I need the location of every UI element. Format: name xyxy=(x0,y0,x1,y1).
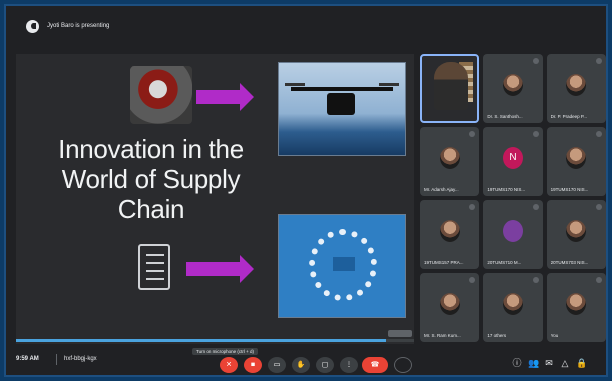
more-vert-icon: ⋮ xyxy=(345,361,353,369)
mic-muted-icon xyxy=(595,131,602,137)
microphone-tooltip: Turn on microphone (ctrl + d) xyxy=(192,348,258,355)
avatar xyxy=(566,293,587,315)
mic-muted-icon xyxy=(595,204,602,210)
slide-counter xyxy=(388,330,412,337)
drone-image xyxy=(278,62,406,156)
participant-tile[interactable] xyxy=(420,54,480,123)
mic-muted-icon xyxy=(532,58,539,64)
arrow-right-icon xyxy=(196,83,254,111)
host-controls-icon[interactable]: 🔒 xyxy=(576,358,587,368)
avatar xyxy=(439,147,460,169)
camera-toggle-button[interactable]: ■ xyxy=(244,357,262,373)
participant-tile[interactable]: Mr. Adarsh Ajay... xyxy=(420,127,480,196)
avatar xyxy=(566,220,587,242)
mic-muted-icon xyxy=(469,204,476,210)
mic-muted-icon xyxy=(595,58,602,64)
meet-window: Jyoti Baro is presenting Innovation in t… xyxy=(4,4,608,377)
mic-muted-icon xyxy=(532,277,539,283)
participant-tile[interactable]: Dr. S. Santhosh... xyxy=(483,54,543,123)
participant-name: 17 others xyxy=(487,333,507,338)
participant-name: Mr. S. Ram Kum... xyxy=(424,333,461,338)
presentation-slide[interactable]: Innovation in the World of Supply Chain xyxy=(16,54,414,344)
participant-name: Mr. Adarsh Ajay... xyxy=(424,187,459,192)
slide-title: Innovation in the World of Supply Chain xyxy=(26,134,276,224)
presenting-icon xyxy=(26,19,39,33)
arrow-right-icon xyxy=(186,255,254,283)
participant-name: 19TUMS170 NIS... xyxy=(487,187,526,192)
control-bar: 9:59 AM hxf-bbgj-kgx Turn on microphone … xyxy=(6,346,606,375)
participant-tile[interactable]: N 19TUMS170 NIS... xyxy=(483,127,543,196)
participant-name: 19TUMS170 NIS... xyxy=(550,187,589,192)
avatar xyxy=(502,74,523,96)
mic-muted-icon xyxy=(469,131,476,137)
participant-tile[interactable]: 20TUMS703 NIS... xyxy=(546,200,606,269)
mic-off-icon: ✕ xyxy=(226,361,232,369)
participant-name: 19TUMS157 PRA... xyxy=(424,260,464,265)
divider xyxy=(56,354,57,365)
participant-tile[interactable]: Mr. S. Ram Kum... xyxy=(420,273,480,342)
avatar xyxy=(439,293,460,315)
participant-tile[interactable]: 20TUMS710 M... xyxy=(483,200,543,269)
robot-image xyxy=(130,66,192,124)
participant-tile[interactable]: You xyxy=(546,273,606,342)
presenter-label: Jyoti Baro is presenting xyxy=(47,23,110,29)
raise-hand-button[interactable]: ✋ xyxy=(292,357,310,373)
mic-muted-icon xyxy=(532,204,539,210)
meeting-code: hxf-bbgj-kgx xyxy=(64,356,97,362)
participant-tile[interactable]: Dr. P. Pradeep P... xyxy=(546,54,606,123)
avatar xyxy=(502,293,523,315)
participant-name: Dr. S. Santhosh... xyxy=(487,114,523,119)
info-icon[interactable]: ⓘ xyxy=(512,358,522,368)
activities-icon[interactable]: △ xyxy=(560,358,570,368)
chat-icon[interactable]: ✉ xyxy=(544,358,554,368)
participant-tile[interactable]: 19TUMS170 NIS... xyxy=(546,127,606,196)
clipboard-icon xyxy=(138,244,170,290)
participant-name: You xyxy=(550,333,559,338)
people-icon[interactable]: 👥 xyxy=(528,358,539,368)
top-bar: Jyoti Baro is presenting xyxy=(6,6,606,46)
avatar xyxy=(566,147,587,169)
participant-name: 20TUMS710 M... xyxy=(487,260,522,265)
clock-time: 9:59 AM xyxy=(16,356,39,362)
camera-off-icon: ■ xyxy=(250,361,256,369)
mic-muted-icon xyxy=(469,277,476,283)
slide-title-line2: World of Supply Chain xyxy=(61,164,241,224)
extra-control-button[interactable] xyxy=(394,357,412,373)
participant-video xyxy=(434,62,468,110)
more-options-button[interactable]: ⋮ xyxy=(340,357,358,373)
avatar xyxy=(439,220,460,242)
slide-title-line1: Innovation in the xyxy=(58,134,244,164)
avatar: N xyxy=(502,147,523,169)
hand-icon: ✋ xyxy=(296,361,306,369)
end-call-icon: ☎ xyxy=(370,361,380,369)
participant-tile[interactable]: 17 others xyxy=(483,273,543,342)
leave-call-button[interactable]: ☎ xyxy=(362,357,388,373)
participant-tile[interactable]: 19TUMS157 PRA... xyxy=(420,200,480,269)
participant-grid: Dr. S. Santhosh... Dr. P. Pradeep P... Mr.… xyxy=(420,54,606,342)
present-screen-icon: ▢ xyxy=(321,361,329,369)
avatar xyxy=(502,220,523,242)
slide-progress-fill xyxy=(16,339,387,342)
mic-muted-icon xyxy=(532,131,539,137)
present-button[interactable]: ▢ xyxy=(316,357,334,373)
captions-icon: ▭ xyxy=(273,361,281,369)
avatar xyxy=(566,74,587,96)
microphone-toggle-button[interactable]: ✕ xyxy=(220,357,238,373)
mic-muted-icon xyxy=(595,277,602,283)
participant-name: 20TUMS703 NIS... xyxy=(550,260,589,265)
captions-button[interactable]: ▭ xyxy=(268,357,286,373)
participant-name: Dr. P. Pradeep P... xyxy=(550,114,588,119)
internet-of-things-image xyxy=(278,214,406,318)
